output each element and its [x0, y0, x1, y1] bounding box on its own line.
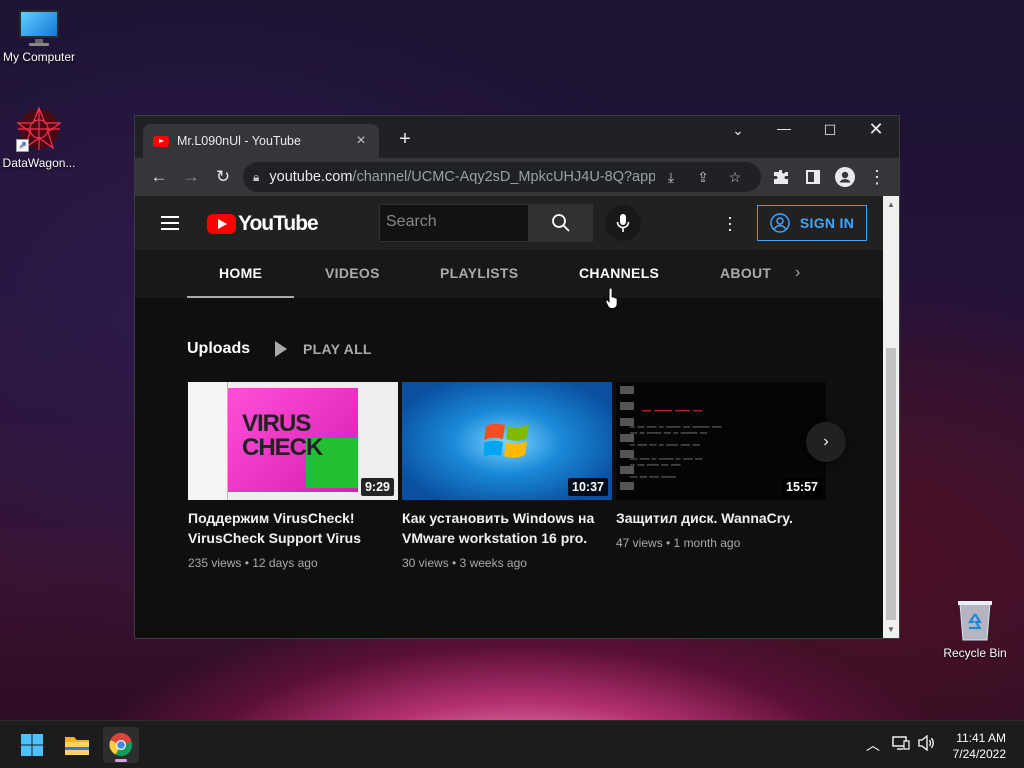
browser-menu-icon[interactable]: ⋮ [861, 161, 893, 193]
start-button[interactable] [14, 727, 50, 763]
active-tab-indicator [187, 296, 294, 298]
folder-icon [65, 737, 89, 755]
extensions-icon[interactable] [765, 161, 797, 193]
show-hidden-icons-chevron-icon[interactable]: ︿ [866, 735, 880, 755]
scroll-up-icon[interactable]: ▲ [887, 200, 895, 209]
page-scrollbar[interactable]: ▲ ▼ [883, 196, 899, 638]
channel-tabs: HOME VIDEOS PLAYLISTS CHANNELS ABOUT › [135, 250, 883, 298]
section-title[interactable]: Uploads [187, 340, 250, 358]
taskbar: ︿ 11:41 AM 7/24/2022 [0, 720, 1024, 768]
browser-tab[interactable]: Mr.L090nUl - YouTube × [143, 124, 379, 158]
chrome-icon [109, 733, 133, 757]
lock-icon: 🔒︎ [253, 169, 260, 184]
youtube-favicon-icon [153, 135, 169, 147]
desktop-icon-recycle-bin[interactable]: Recycle Bin [932, 598, 1018, 660]
video-card[interactable]: ▬▬▬ ▬▬▬▬▬▬ ▬▬▬▬▬ ▬▬▬ ▬▬ ▬▬▬ ▬▬▬▬ ▬▬ ▬▬▬▬… [616, 382, 826, 550]
youtube-logo-icon [207, 214, 236, 234]
video-thumbnail[interactable]: VIRUS CHECK 9:29 [188, 382, 398, 500]
video-duration: 9:29 [360, 478, 394, 496]
volume-icon[interactable] [918, 734, 936, 754]
bookmark-star-icon[interactable]: ☆ [719, 169, 751, 186]
youtube-logo[interactable]: YouTube [207, 212, 319, 236]
back-icon[interactable]: ← [143, 161, 175, 193]
profile-icon[interactable] [829, 161, 861, 193]
install-app-icon[interactable]: ⤓ [655, 169, 687, 186]
browser-toolbar: ← → ↻ 🔒︎ youtube.com/channel/UCMC-Aqy2sD… [135, 158, 899, 196]
tab-channels[interactable]: CHANNELS [579, 265, 659, 281]
active-app-indicator [115, 759, 127, 762]
shortcut-arrow-icon: ↗ [16, 139, 29, 152]
browser-window: Mr.L090nUl - YouTube × + ⌄ — ☐ ✕ ← → ↻ 🔒… [134, 115, 900, 639]
video-title[interactable]: Как установить Windows на VMware workstat… [402, 508, 612, 548]
address-bar[interactable]: 🔒︎ youtube.com/channel/UCMC-Aqy2sD_MpkcU… [243, 162, 761, 192]
search-input[interactable]: Search [379, 204, 529, 242]
new-tab-icon[interactable]: + [393, 128, 417, 151]
tab-videos[interactable]: VIDEOS [325, 265, 380, 281]
video-title[interactable]: Поддержим VirusCheck! VirusCheck Support … [188, 508, 398, 548]
chevron-right-icon: › [823, 433, 829, 450]
forward-icon[interactable]: → [175, 161, 207, 193]
tabs-scroll-right-icon[interactable]: › [795, 264, 800, 282]
clock-date: 7/24/2022 [952, 747, 1006, 761]
hamburger-menu-icon[interactable] [161, 216, 179, 234]
carousel-next-button[interactable]: › [806, 422, 846, 462]
datawagon-app-icon: ↗ [16, 106, 62, 152]
account-icon [770, 213, 790, 233]
video-card[interactable]: VIRUS CHECK 9:29 Поддержим VirusCheck! Vir… [188, 382, 398, 570]
video-meta: 47 views • 1 month ago [616, 536, 741, 550]
share-icon[interactable]: ⇪ [687, 169, 719, 186]
tab-search-chevron-icon[interactable]: ⌄ [723, 122, 753, 139]
tab-strip: Mr.L090nUl - YouTube × + ⌄ — ☐ ✕ [135, 116, 899, 158]
system-clock[interactable]: 11:41 AM 7/24/2022 [953, 730, 1006, 762]
scrollbar-thumb[interactable] [886, 348, 896, 620]
minimize-icon[interactable]: — [769, 120, 799, 136]
windows-start-icon [21, 734, 43, 756]
close-window-icon[interactable]: ✕ [861, 119, 891, 140]
tab-about[interactable]: ABOUT [720, 265, 771, 281]
tab-close-icon[interactable]: × [353, 132, 369, 150]
desktop-icon-label: My Computer [2, 50, 76, 64]
desktop-icon-label: Recycle Bin [943, 646, 1007, 660]
search-button[interactable] [529, 204, 593, 242]
scroll-down-icon[interactable]: ▼ [887, 625, 895, 634]
recycle-bin-icon [956, 598, 994, 642]
play-all-button[interactable]: PLAY ALL [275, 341, 372, 357]
sign-in-button[interactable]: SIGN IN [757, 205, 867, 241]
windows-logo-icon [484, 423, 529, 458]
desktop-icon-datawagon[interactable]: ↗ DataWagon... [0, 106, 82, 170]
chrome-button[interactable] [103, 727, 139, 763]
settings-kebab-icon[interactable]: · · · [725, 208, 735, 238]
clock-time: 11:41 AM [956, 731, 1006, 745]
video-meta: 30 views • 3 weeks ago [402, 556, 527, 570]
reload-icon[interactable]: ↻ [207, 161, 239, 193]
youtube-page: YouTube Search · · · SIGN IN HOME VIDEOS P… [135, 196, 883, 638]
video-meta: 235 views • 12 days ago [188, 556, 318, 570]
video-title[interactable]: Защитил диск. WannaCry. [616, 508, 826, 528]
video-card[interactable]: 10:37 Как установить Windows на VMware wo… [402, 382, 612, 570]
video-thumbnail[interactable]: ▬▬▬ ▬▬▬▬▬▬ ▬▬▬▬▬ ▬▬▬ ▬▬ ▬▬▬ ▬▬▬▬ ▬▬ ▬▬▬▬… [616, 382, 826, 500]
url-text: youtube.com/channel/UCMC-Aqy2sD_MpkcUHJ4… [269, 169, 655, 185]
tab-home[interactable]: HOME [219, 265, 262, 281]
thumbnail-text: VIRUS CHECK [242, 410, 323, 461]
computer-icon [17, 10, 61, 46]
file-explorer-button[interactable] [59, 727, 95, 763]
search-icon [552, 214, 570, 232]
network-icon[interactable] [892, 735, 910, 754]
tab-title: Mr.L090nUl - YouTube [177, 134, 301, 148]
voice-search-button[interactable] [605, 205, 641, 241]
hand-cursor-icon [605, 288, 618, 309]
youtube-masthead: YouTube Search · · · SIGN IN [135, 196, 883, 250]
video-duration: 10:37 [568, 478, 608, 496]
play-icon [275, 341, 287, 357]
microphone-icon [616, 214, 630, 232]
video-duration: 15:57 [782, 478, 822, 496]
desktop-icon-my-computer[interactable]: My Computer [0, 10, 82, 64]
video-thumbnail[interactable]: 10:37 [402, 382, 612, 500]
desktop-icon-label: DataWagon... [2, 156, 76, 170]
side-panel-icon[interactable] [797, 161, 829, 193]
tab-playlists[interactable]: PLAYLISTS [440, 265, 518, 281]
maximize-icon[interactable]: ☐ [815, 122, 845, 139]
